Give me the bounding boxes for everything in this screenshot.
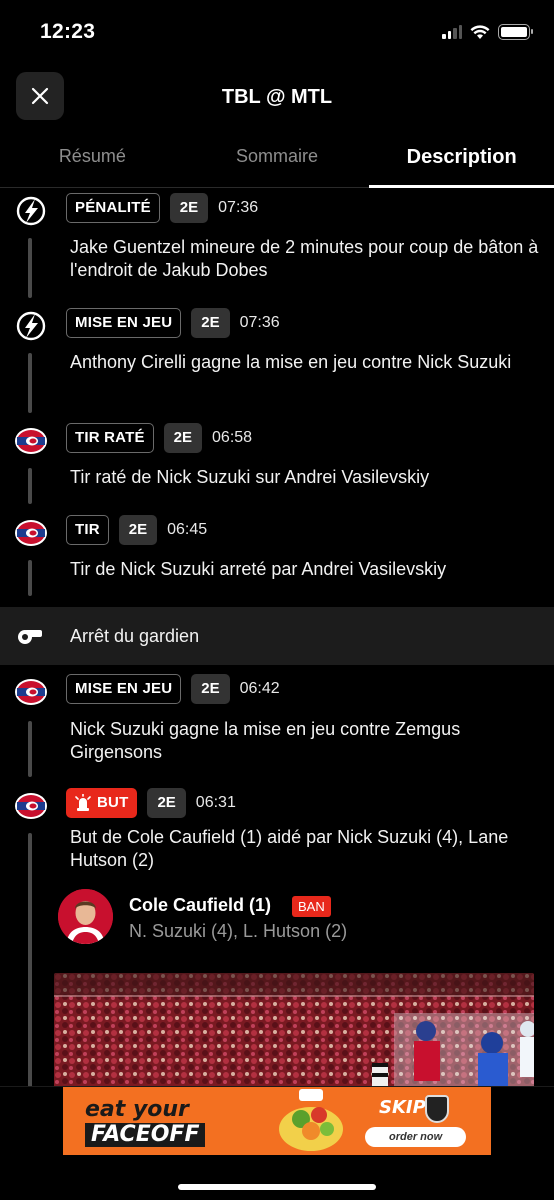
home-indicator[interactable] [178, 1184, 376, 1190]
scorer-name: Cole Caufield (1) [129, 895, 272, 915]
scorer-card[interactable]: Cole Caufield (1) BAN N. Suzuki (4), L. … [58, 889, 538, 949]
ad-cta-button[interactable]: order now [365, 1127, 467, 1147]
tab-sommaire[interactable]: Sommaire [185, 128, 370, 187]
event-time: 06:45 [167, 521, 208, 538]
canadiens-logo-icon [15, 520, 47, 546]
tab-description[interactable]: Description [369, 128, 554, 188]
player-headshot [58, 889, 113, 944]
ad-headline-line2: FACEOFF [85, 1123, 206, 1147]
period-badge: 2E [163, 423, 203, 453]
event-description: Jake Guentzel mineure de 2 minutes pour … [70, 237, 539, 280]
ad-brand: SKIP [379, 1097, 426, 1118]
event-meta: BUT 2E 06:31 [66, 788, 236, 818]
status-icons [442, 24, 533, 40]
event-type-tag: MISE EN JEU [66, 674, 182, 704]
event-time: 07:36 [239, 314, 280, 331]
period-badge: 2E [169, 193, 209, 223]
event-time: 06:58 [212, 429, 253, 446]
status-bar: 12:23 [0, 0, 554, 66]
food-bowl-image [279, 1089, 343, 1151]
event-item: MISE EN JEU 2E 06:42 Nick Suzuki gagne l… [0, 665, 554, 783]
event-time: 06:31 [195, 794, 236, 811]
play-by-play-feed[interactable]: PÉNALITÉ 2E 07:36 Jake Guentzel mineure … [0, 188, 554, 1086]
ad-headline: eat your FACEOFF [85, 1097, 206, 1147]
goal-tag: BUT [66, 788, 138, 818]
canadiens-logo-icon [15, 793, 47, 819]
status-time: 12:23 [40, 20, 96, 43]
assists-text: N. Suzuki (4), L. Hutson (2) [129, 921, 348, 941]
event-time: 07:36 [218, 199, 259, 216]
timeline-line [28, 468, 32, 504]
timeline-line [28, 721, 32, 777]
tab-bar: Résumé Sommaire Description [0, 128, 554, 188]
period-badge: 2E [147, 788, 186, 818]
canadiens-logo-icon [15, 428, 47, 454]
period-badge: 2E [191, 308, 230, 338]
event-item: TIR 2E 06:45 Tir de Nick Suzuki arreté p… [0, 510, 554, 607]
avatar [58, 889, 113, 944]
wifi-icon [470, 24, 490, 39]
lightning-logo-icon [16, 311, 46, 341]
event-type-tag: MISE EN JEU [66, 308, 182, 338]
tab-resume[interactable]: Résumé [0, 128, 185, 187]
nhl-logo-icon [425, 1095, 449, 1123]
canadiens-logo-icon [15, 679, 47, 705]
goal-event-item: BUT 2E 06:31 But de Cole Caufield (1) ai… [0, 783, 554, 1086]
event-type-tag: PÉNALITÉ [66, 193, 160, 223]
event-item: MISE EN JEU 2E 07:36 Anthony Cirelli gag… [0, 303, 554, 418]
ad-banner[interactable]: eat your FACEOFF SKIP order now [63, 1087, 491, 1155]
signal-icon [442, 25, 462, 39]
whistle-icon [18, 630, 42, 644]
event-item: PÉNALITÉ 2E 07:36 Jake Guentzel mineure … [0, 188, 554, 303]
event-type-tag: TIR [66, 515, 109, 545]
timeline-line [28, 353, 32, 413]
event-meta: PÉNALITÉ 2E 07:36 [66, 193, 258, 223]
event-meta: MISE EN JEU 2E 06:42 [66, 674, 280, 704]
timeline-line [28, 560, 32, 596]
lightning-logo-icon [16, 196, 46, 226]
page-title: TBL @ MTL [221, 86, 333, 108]
crowd-celebration-image [54, 973, 534, 1086]
ad-area: eat your FACEOFF SKIP order now [0, 1086, 554, 1200]
team-badge: BAN [292, 896, 331, 917]
goal-highlight-image[interactable] [54, 973, 534, 1086]
event-item: TIR RATÉ 2E 06:58 Tir raté de Nick Suzuk… [0, 418, 554, 510]
event-description: Tir de Nick Suzuki arreté par Andrei Vas… [70, 559, 447, 579]
event-meta: TIR 2E 06:45 [66, 515, 207, 545]
period-badge: 2E [118, 515, 158, 545]
event-description: Nick Suzuki gagne la mise en jeu contre … [70, 719, 461, 762]
goal-light-icon [75, 794, 91, 811]
stoppage-label: Arrêt du gardien [70, 626, 200, 646]
ad-headline-line1: eat your [85, 1097, 189, 1122]
timeline-line [28, 833, 32, 1086]
battery-icon [498, 24, 533, 40]
goal-tag-label: BUT [97, 794, 129, 811]
event-type-tag: TIR RATÉ [66, 423, 154, 453]
event-time: 06:42 [239, 680, 280, 697]
event-description: But de Cole Caufield (1) aidé par Nick S… [70, 827, 509, 870]
event-meta: TIR RATÉ 2E 06:58 [66, 423, 252, 453]
event-description: Anthony Cirelli gagne la mise en jeu con… [70, 352, 512, 372]
event-description: Tir raté de Nick Suzuki sur Andrei Vasil… [70, 467, 430, 487]
stoppage-row: Arrêt du gardien [0, 607, 554, 665]
timeline-line [28, 238, 32, 298]
period-badge: 2E [191, 674, 230, 704]
header: TBL @ MTL [0, 66, 554, 128]
event-meta: MISE EN JEU 2E 07:36 [66, 308, 280, 338]
